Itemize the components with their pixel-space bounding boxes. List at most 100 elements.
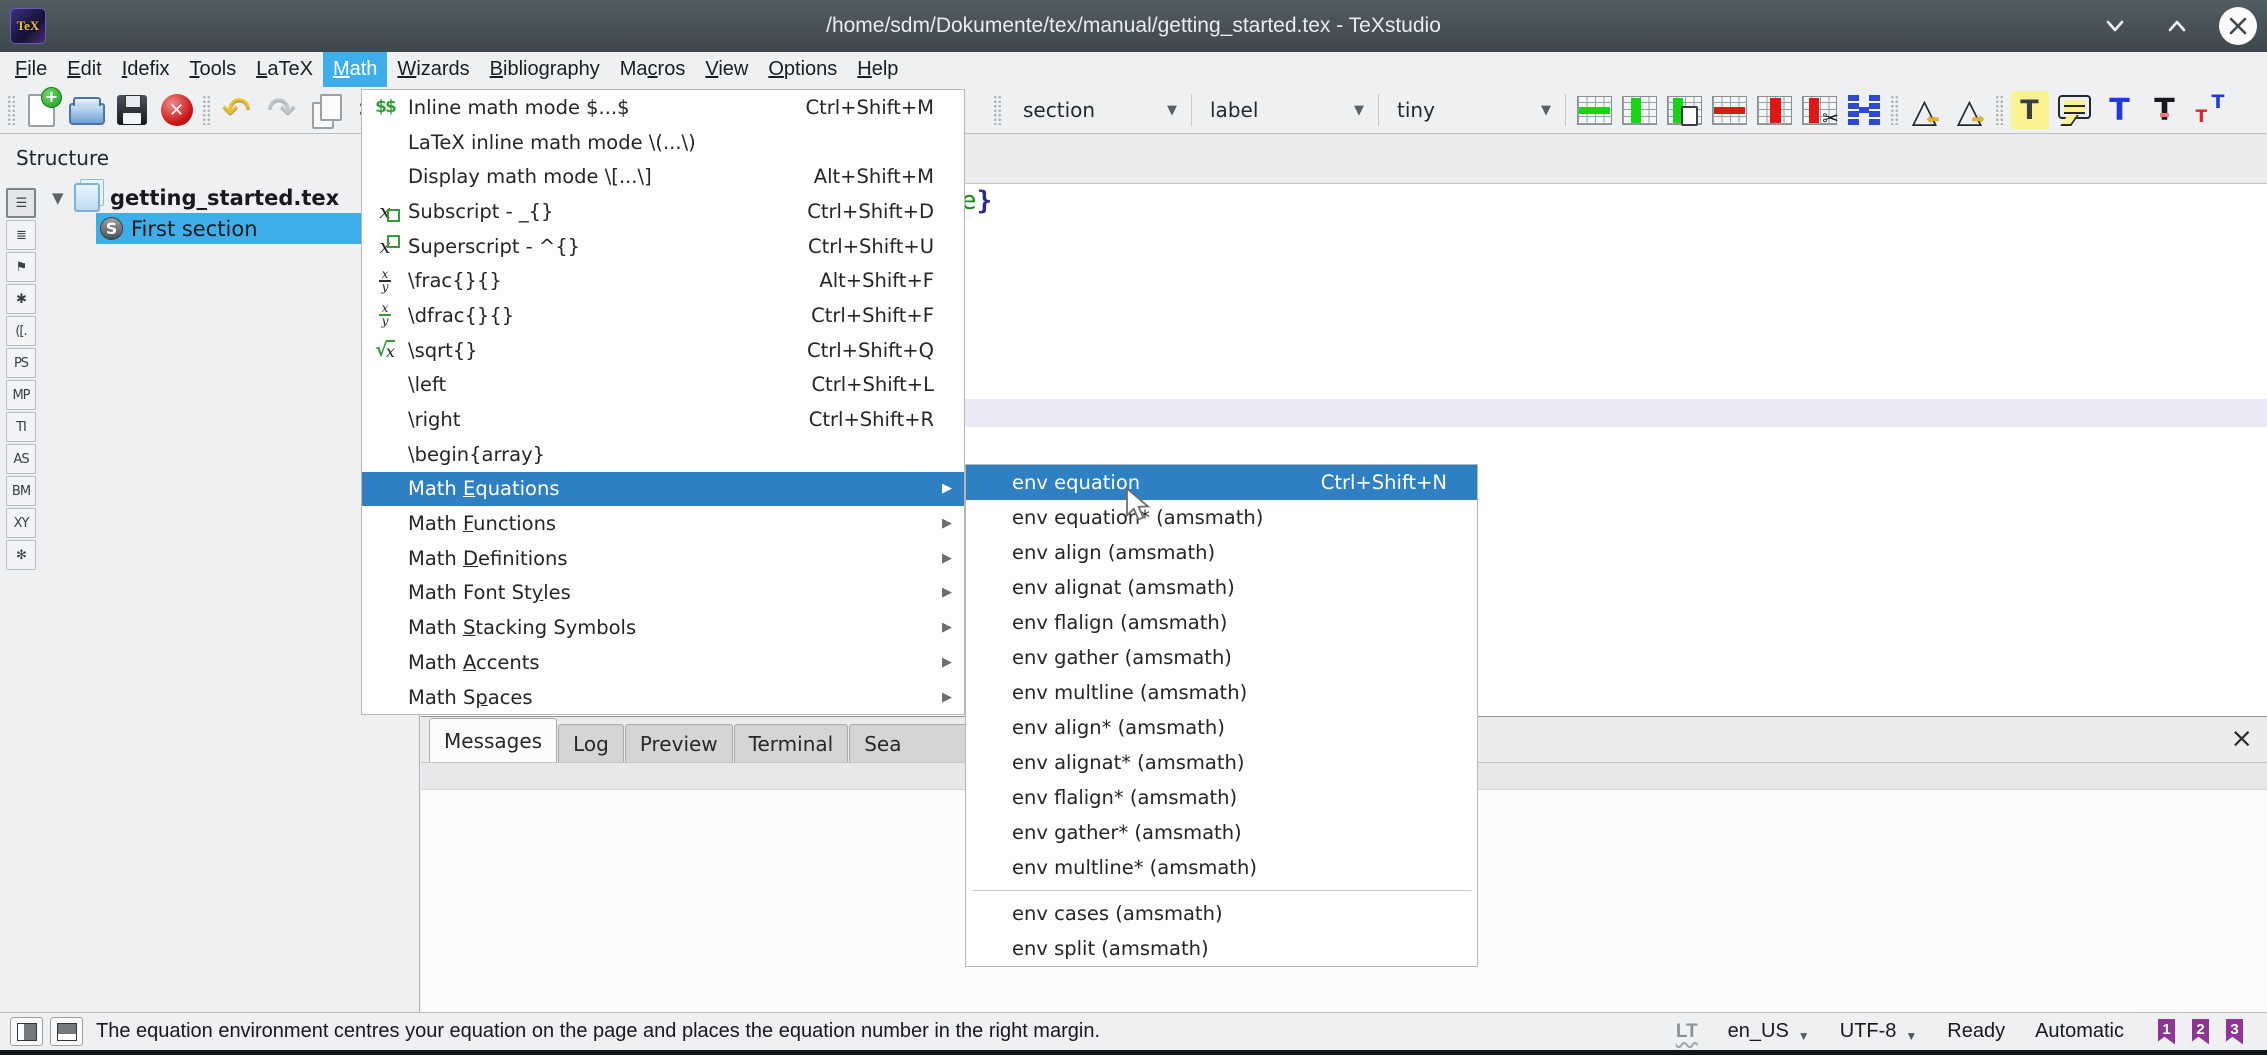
side-tab[interactable]: PS	[6, 348, 36, 378]
submenu-item[interactable]: env multline* (amsmath)	[966, 850, 1477, 885]
menubar-item[interactable]: Edit	[57, 52, 111, 87]
submenu-item[interactable]: env multline (amsmath)	[966, 675, 1477, 710]
menubar-item[interactable]: Wizards	[387, 52, 479, 87]
side-tab[interactable]: ✻	[6, 540, 36, 570]
minimize-icon[interactable]	[2095, 6, 2135, 46]
bookmark-icon[interactable]: 3	[2222, 1019, 2243, 1045]
menu-item[interactable]: \begin{array} ▶	[362, 437, 964, 472]
menu-item[interactable]: Math Functions ▶	[362, 506, 964, 541]
toggle-output-panel-button[interactable]	[50, 1017, 83, 1046]
submenu-item[interactable]	[966, 885, 1477, 896]
toolbar-button[interactable]	[1902, 89, 1947, 131]
panel-close-icon[interactable]: ×	[2230, 725, 2253, 752]
toolbar-grip[interactable]	[7, 95, 16, 125]
menu-item[interactable]: \dfrac{}{} Ctrl+Shift+F ▶	[362, 298, 964, 333]
toolbar-button[interactable]	[1662, 89, 1707, 131]
menu-item[interactable]: \sqrt{} Ctrl+Shift+Q ▶	[362, 333, 964, 368]
menubar-item[interactable]: File	[5, 52, 57, 87]
toolbar-button[interactable]	[64, 89, 109, 131]
menu-item[interactable]: \frac{}{} Alt+Shift+F ▶	[362, 263, 964, 298]
submenu-item[interactable]: env alignat (amsmath)	[966, 570, 1477, 605]
toolbar-button[interactable]	[2007, 89, 2052, 131]
menu-item[interactable]: Math Spaces ▶	[362, 680, 964, 715]
toolbar-button[interactable]	[1572, 89, 1617, 131]
toolbar-grip[interactable]	[993, 95, 1002, 125]
toolbar-button[interactable]	[259, 89, 304, 131]
menubar-item[interactable]: Tools	[180, 52, 247, 87]
expand-arrow-icon[interactable]: ▼	[52, 189, 74, 207]
toggle-structure-panel-button[interactable]	[10, 1017, 43, 1046]
side-tab[interactable]: MP	[6, 380, 36, 410]
side-tab[interactable]: ✱	[6, 284, 36, 314]
menubar-item[interactable]: View	[695, 52, 758, 87]
submenu-item[interactable]: env align* (amsmath)	[966, 710, 1477, 745]
encoding-selector[interactable]: UTF-8 ▼	[1840, 1020, 1918, 1043]
toolbar-button[interactable]	[19, 89, 64, 131]
toolbar-button[interactable]	[214, 89, 259, 131]
submenu-item[interactable]: env align (amsmath)	[966, 535, 1477, 570]
toolbar-button[interactable]	[2142, 89, 2187, 131]
toolbar-button[interactable]	[2052, 89, 2097, 131]
submenu-item[interactable]: env equation Ctrl+Shift+N	[966, 465, 1477, 500]
toolbar-grip[interactable]	[1995, 95, 2004, 125]
menu-item[interactable]: Subscript - _{} Ctrl+Shift+D ▶	[362, 194, 964, 229]
menu-item[interactable]: \right Ctrl+Shift+R ▶	[362, 402, 964, 437]
menu-item[interactable]: \left Ctrl+Shift+L ▶	[362, 368, 964, 403]
menubar-item[interactable]: LaTeX	[246, 52, 323, 87]
side-tab[interactable]: TI	[6, 412, 36, 442]
bookmark-icon[interactable]: 2	[2188, 1019, 2209, 1045]
panel-tab[interactable]: Preview	[625, 724, 733, 762]
submenu-item[interactable]: env flalign* (amsmath)	[966, 780, 1477, 815]
menu-item[interactable]: Math Font Styles ▶	[362, 576, 964, 611]
menubar-item[interactable]: Options	[758, 52, 847, 87]
side-tab[interactable]: AS	[6, 444, 36, 474]
maximize-icon[interactable]	[2157, 6, 2197, 46]
submenu-item[interactable]: env flalign (amsmath)	[966, 605, 1477, 640]
menubar-item[interactable]: Math	[323, 52, 387, 87]
menu-item[interactable]: Math Stacking Symbols ▶	[362, 610, 964, 645]
menubar-item[interactable]: Idefix	[112, 52, 180, 87]
side-tab[interactable]: XY	[6, 508, 36, 538]
toolbar-button[interactable]	[1752, 89, 1797, 131]
toolbar-combobox[interactable]: tiny ▼	[1379, 91, 1565, 129]
menubar-item[interactable]: Bibliography	[480, 52, 610, 87]
language-selector[interactable]: en_US ▼	[1728, 1020, 1810, 1043]
close-icon[interactable]	[2219, 7, 2257, 45]
submenu-item[interactable]: env alignat* (amsmath)	[966, 745, 1477, 780]
submenu-item[interactable]: env split (amsmath)	[966, 931, 1477, 966]
panel-tab[interactable]: Log	[558, 724, 624, 762]
toolbar-button[interactable]	[1617, 89, 1662, 131]
bookmark-icon[interactable]: 1	[2154, 1019, 2175, 1045]
languagetool-icon[interactable]: LT	[1676, 1021, 1698, 1043]
toolbar-button[interactable]	[2187, 89, 2232, 131]
toolbar-combobox[interactable]: label ▼	[1192, 91, 1378, 129]
toolbar-button[interactable]	[109, 89, 154, 131]
panel-tab[interactable]: Messages	[429, 718, 557, 762]
toolbar-grip[interactable]	[1890, 95, 1899, 125]
toolbar-button[interactable]	[2097, 89, 2142, 131]
submenu-item[interactable]: env gather (amsmath)	[966, 640, 1477, 675]
toolbar-button[interactable]	[304, 89, 349, 131]
line-wrapping-mode[interactable]: Automatic	[2035, 1020, 2124, 1043]
side-tab[interactable]: ☰	[6, 188, 36, 218]
toolbar-button[interactable]	[154, 89, 199, 131]
submenu-item[interactable]: env equation* (amsmath)	[966, 500, 1477, 535]
toolbar-button[interactable]	[1797, 89, 1842, 131]
menu-item[interactable]: LaTeX inline math mode \(...\) ▶	[362, 125, 964, 160]
submenu-item[interactable]: env gather* (amsmath)	[966, 815, 1477, 850]
side-tab[interactable]: ([.	[6, 316, 36, 346]
menu-item[interactable]: Math Equations ▶	[362, 472, 964, 507]
toolbar-button[interactable]	[1947, 89, 1992, 131]
toolbar-grip[interactable]	[202, 95, 211, 125]
menu-item[interactable]: Math Accents ▶	[362, 645, 964, 680]
toolbar-button[interactable]	[1707, 89, 1752, 131]
menu-item[interactable]: Math Definitions ▶	[362, 541, 964, 576]
side-tab[interactable]: BM	[6, 476, 36, 506]
side-tab[interactable]: ≣	[6, 220, 36, 250]
side-tab[interactable]: ⚑	[6, 252, 36, 282]
menu-item[interactable]: Superscript - ^{} Ctrl+Shift+U ▶	[362, 229, 964, 264]
menubar-item[interactable]: Help	[847, 52, 908, 87]
panel-tab[interactable]: Terminal	[734, 724, 849, 762]
toolbar-button[interactable]	[1842, 89, 1887, 131]
menubar-item[interactable]: Macros	[610, 52, 696, 87]
